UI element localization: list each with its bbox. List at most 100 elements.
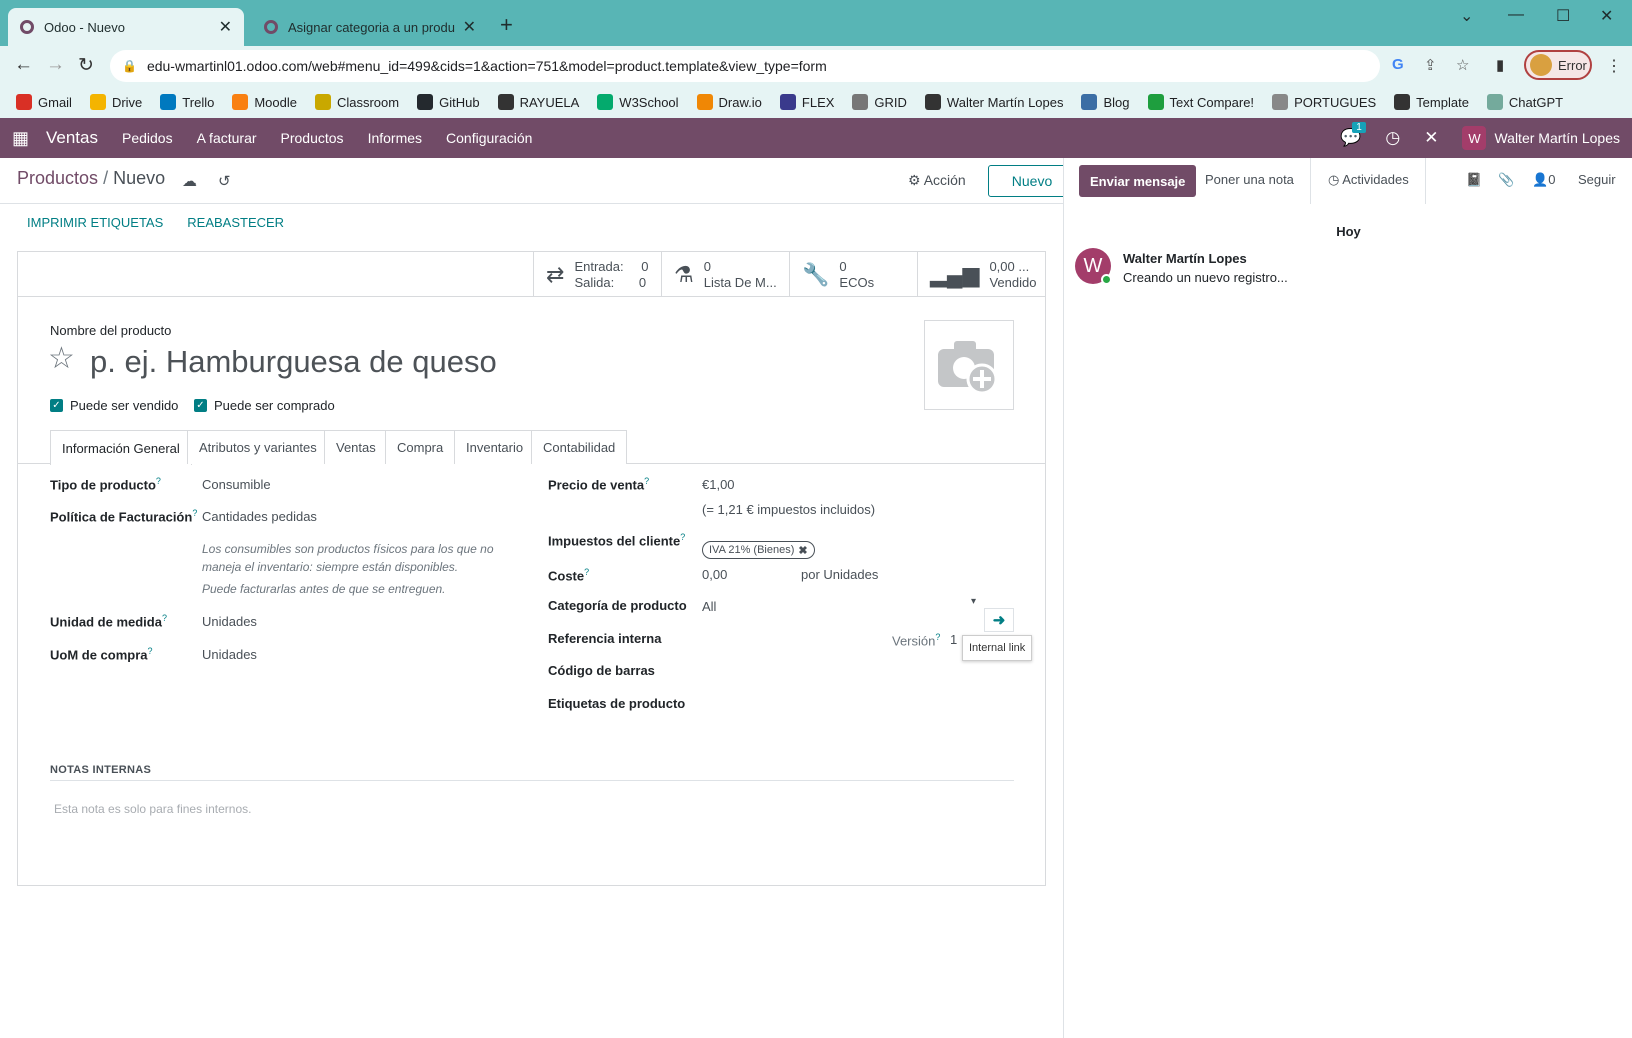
consumable-help-text: Los consumibles son productos físicos pa… bbox=[202, 542, 494, 574]
sale-price-label: Precio de venta? bbox=[548, 476, 650, 493]
share-icon[interactable]: ⇪ bbox=[1424, 56, 1437, 74]
stat-bom[interactable]: ⚗ 0 Lista De M... bbox=[661, 252, 789, 297]
minimize-icon[interactable]: — bbox=[1508, 6, 1524, 24]
tax-tag[interactable]: IVA 21% (Bienes) ✖ bbox=[702, 541, 815, 559]
browser-tab-active[interactable]: Odoo - Nuevo ✕ bbox=[8, 8, 244, 46]
bookmark-item[interactable]: Trello bbox=[160, 94, 214, 110]
bookmark-item[interactable]: W3School bbox=[597, 94, 679, 110]
tab-title: Asignar categoria a un producto bbox=[288, 19, 455, 35]
menu-a-facturar[interactable]: A facturar bbox=[197, 130, 257, 146]
bookmark-item[interactable]: Drive bbox=[89, 94, 142, 110]
breadcrumb-parent[interactable]: Productos bbox=[17, 168, 98, 188]
browser-menu-icon[interactable]: ⋮ bbox=[1606, 56, 1622, 76]
maximize-icon[interactable]: ☐ bbox=[1556, 6, 1570, 26]
bookmark-item[interactable]: Walter Martín Lopes bbox=[924, 94, 1063, 110]
cost-value[interactable]: 0,00 bbox=[702, 567, 727, 582]
favorite-star-icon[interactable]: ☆ bbox=[48, 341, 75, 376]
forward-icon[interactable]: → bbox=[46, 54, 65, 76]
attachment-book-icon[interactable]: 📓 bbox=[1466, 172, 1482, 188]
reload-icon[interactable]: ↻ bbox=[78, 54, 94, 77]
bookmark-item[interactable]: FLEX bbox=[779, 94, 834, 110]
menu-informes[interactable]: Informes bbox=[368, 130, 422, 146]
bookmark-item[interactable]: Gmail bbox=[16, 94, 72, 110]
tab-inventario[interactable]: Inventario bbox=[454, 430, 536, 464]
internal-notes-input[interactable]: Esta nota es solo para fines internos. bbox=[54, 802, 251, 816]
can-be-purchased-label: Puede ser comprado bbox=[214, 398, 335, 413]
tab-search-icon[interactable]: ⌄ bbox=[1460, 6, 1473, 26]
bookmark-item[interactable]: Template bbox=[1394, 94, 1469, 110]
tab-informacion-general[interactable]: Información General bbox=[50, 430, 192, 465]
side-panel-icon[interactable]: ▮ bbox=[1496, 56, 1504, 74]
bookmark-item[interactable]: ChatGPT bbox=[1486, 94, 1563, 110]
tab-ventas[interactable]: Ventas bbox=[324, 430, 388, 464]
product-image-upload[interactable] bbox=[924, 320, 1014, 410]
activities-button[interactable]: ◷ Actividades bbox=[1328, 172, 1409, 188]
product-name-input[interactable] bbox=[90, 344, 790, 380]
browser-tab[interactable]: Asignar categoria a un producto ✕ bbox=[252, 8, 488, 46]
category-value[interactable]: All bbox=[702, 599, 716, 614]
replenish-button[interactable]: REABASTECER bbox=[187, 215, 284, 230]
can-be-sold-checkbox[interactable]: ✓ Puede ser vendido bbox=[50, 398, 178, 413]
discard-icon[interactable]: ↺ bbox=[218, 172, 231, 190]
profile-button[interactable]: Error bbox=[1524, 50, 1592, 80]
bookmark-item[interactable]: PORTUGUES bbox=[1272, 94, 1376, 110]
follow-button[interactable]: Seguir bbox=[1578, 172, 1616, 187]
debug-tools-icon[interactable]: ✕ bbox=[1424, 128, 1438, 148]
paperclip-icon[interactable]: 📎 bbox=[1498, 172, 1514, 188]
log-note-button[interactable]: Poner una nota bbox=[1205, 172, 1294, 187]
sold-label: Vendido bbox=[989, 274, 1037, 290]
menu-configuracion[interactable]: Configuración bbox=[446, 130, 532, 146]
bookmark-item[interactable]: Classroom bbox=[314, 94, 399, 110]
print-labels-button[interactable]: IMPRIMIR ETIQUETAS bbox=[27, 215, 163, 230]
send-message-button[interactable]: Enviar mensaje bbox=[1079, 165, 1197, 197]
dropdown-caret-icon[interactable]: ▾ bbox=[971, 596, 976, 607]
user-avatar[interactable]: W bbox=[1462, 126, 1487, 150]
type-value[interactable]: Consumible bbox=[202, 477, 271, 492]
bookmark-item[interactable]: Moodle bbox=[232, 94, 297, 110]
followers-button[interactable]: 👤0 bbox=[1532, 172, 1555, 188]
tab-atributos-variantes[interactable]: Atributos y variantes bbox=[187, 430, 329, 464]
checkmark-icon: ✓ bbox=[50, 399, 63, 412]
app-name[interactable]: Ventas bbox=[46, 128, 98, 148]
close-tab-icon[interactable]: ✕ bbox=[219, 17, 232, 37]
stat-ecos[interactable]: 🔧 0 ECOs bbox=[789, 252, 917, 297]
version-value[interactable]: 1 bbox=[950, 632, 957, 647]
back-icon[interactable]: ← bbox=[14, 54, 33, 76]
messaging-icon[interactable]: 💬 1 bbox=[1340, 122, 1366, 148]
user-name[interactable]: Walter Martín Lopes bbox=[1494, 130, 1620, 146]
menu-productos[interactable]: Productos bbox=[281, 130, 344, 146]
message-body: Creando un nuevo registro... bbox=[1123, 270, 1288, 285]
url-bar[interactable]: 🔒 edu-wmartinl01.odoo.com/web#menu_id=49… bbox=[110, 50, 1469, 82]
bookmark-item[interactable]: Blog bbox=[1081, 94, 1130, 110]
remove-tag-icon[interactable]: ✖ bbox=[798, 544, 807, 557]
apps-menu-icon[interactable]: ▦ bbox=[12, 128, 32, 149]
close-tab-icon[interactable]: ✕ bbox=[463, 17, 476, 37]
internal-link-button[interactable]: ➜ bbox=[984, 608, 1014, 632]
bookmark-item[interactable]: Draw.io bbox=[696, 94, 762, 110]
product-tags-label: Etiquetas de producto bbox=[548, 696, 686, 711]
bookmark-item[interactable]: GitHub bbox=[417, 94, 480, 110]
stat-in-out[interactable]: ⇄ Entrada: 0 Salida: 0 bbox=[533, 252, 661, 297]
uom-value[interactable]: Unidades bbox=[202, 614, 257, 629]
save-cloud-icon[interactable]: ☁ bbox=[182, 172, 197, 190]
bookmark-item[interactable]: Text Compare! bbox=[1147, 94, 1254, 110]
uom-po-value[interactable]: Unidades bbox=[202, 647, 257, 662]
tab-compra[interactable]: Compra bbox=[385, 430, 456, 464]
menu-pedidos[interactable]: Pedidos bbox=[122, 130, 173, 146]
message-author[interactable]: Walter Martín Lopes bbox=[1123, 251, 1247, 266]
tab-contabilidad[interactable]: Contabilidad bbox=[531, 430, 628, 464]
can-be-purchased-checkbox[interactable]: ✓ Puede ser comprado bbox=[194, 398, 335, 413]
close-window-icon[interactable]: ✕ bbox=[1600, 6, 1613, 26]
invoice-policy-value[interactable]: Cantidades pedidas bbox=[202, 509, 317, 524]
activity-clock-icon[interactable]: ◷ bbox=[1385, 128, 1400, 148]
bookmark-item[interactable]: GRID bbox=[852, 94, 907, 110]
stat-sold[interactable]: ▂▄▆ 0,00 ... Vendido bbox=[917, 252, 1045, 297]
chatter-panel: Enviar mensaje Poner una nota ◷ Activida… bbox=[1063, 158, 1632, 1038]
bookmark-star-icon[interactable]: ☆ bbox=[1456, 56, 1469, 74]
bookmark-item[interactable]: RAYUELA bbox=[497, 94, 579, 110]
new-tab-icon[interactable]: + bbox=[500, 12, 513, 38]
google-icon[interactable]: G bbox=[1392, 56, 1404, 73]
action-menu[interactable]: ⚙ Acción bbox=[908, 172, 966, 189]
type-label: Tipo de producto? bbox=[50, 476, 161, 493]
sale-price-value[interactable]: €1,00 bbox=[702, 477, 735, 492]
